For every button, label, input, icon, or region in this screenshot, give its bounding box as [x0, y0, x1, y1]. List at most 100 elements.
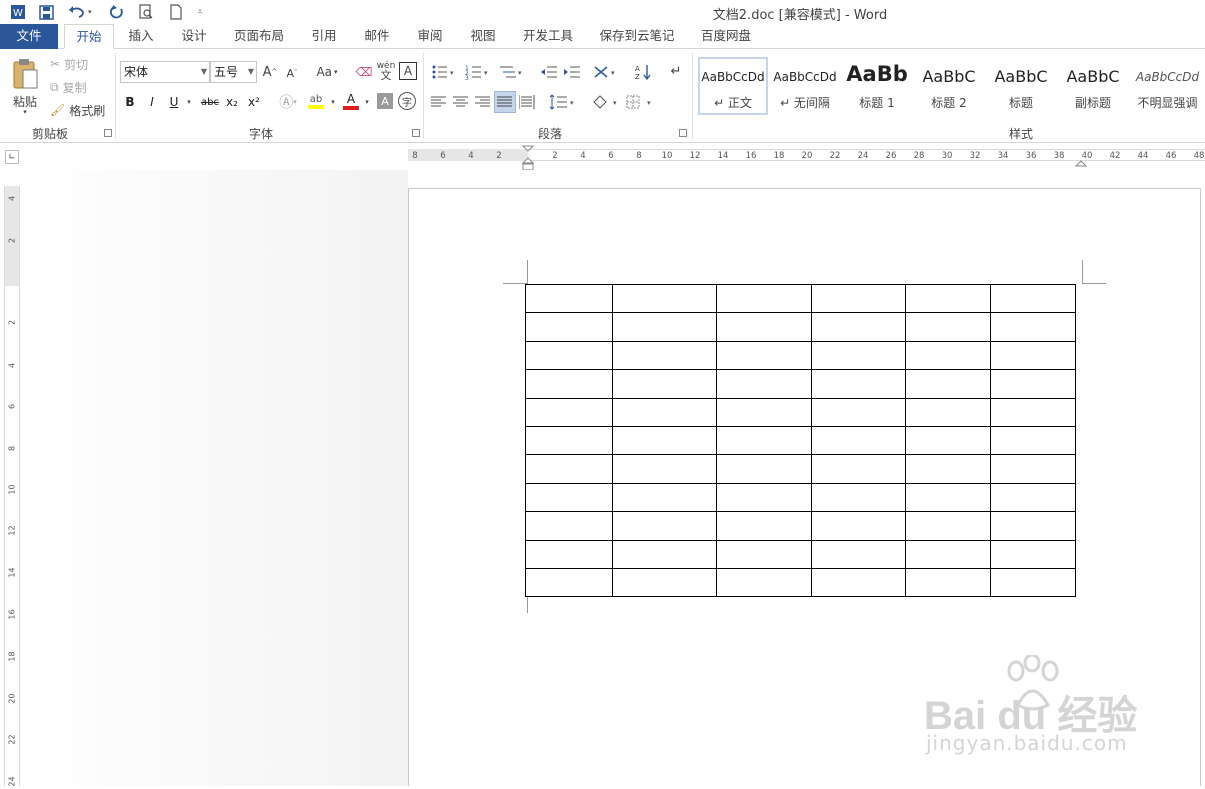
tab-stop-selector-icon[interactable]: ∟ — [5, 150, 19, 164]
table-cell[interactable] — [905, 340, 991, 371]
superscript-button[interactable]: x² — [245, 93, 263, 111]
italic-button[interactable]: I — [144, 93, 160, 111]
table-cell[interactable] — [905, 283, 991, 314]
change-case-button[interactable]: Aa ▾ — [312, 62, 342, 82]
table-cell[interactable] — [905, 312, 991, 342]
table-cell[interactable] — [811, 340, 906, 371]
phonetic-guide-button[interactable]: wén 文 — [376, 59, 396, 83]
enclose-characters-button[interactable]: 字 — [398, 92, 416, 110]
table-cell[interactable] — [990, 340, 1076, 371]
character-border-button[interactable]: A — [399, 62, 417, 80]
table-cell[interactable] — [905, 425, 991, 456]
font-launcher-icon[interactable] — [412, 129, 420, 137]
shrink-font-icon[interactable]: Aˇ — [284, 64, 300, 82]
grow-font-icon[interactable]: A ^ — [262, 62, 278, 82]
tab-references[interactable]: 引用 — [301, 24, 347, 49]
paragraph-launcher-icon[interactable] — [679, 129, 687, 137]
table-cell[interactable] — [612, 482, 717, 513]
justify-icon[interactable] — [494, 91, 516, 113]
table-cell[interactable] — [525, 369, 613, 399]
table-cell[interactable] — [990, 312, 1076, 342]
table-cell[interactable] — [612, 454, 717, 484]
table-cell[interactable] — [811, 425, 906, 456]
table-cell[interactable] — [905, 482, 991, 513]
style-subtitle[interactable]: AaBbC 副标题 — [1058, 57, 1128, 115]
table-cell[interactable] — [716, 340, 812, 371]
table-cell[interactable] — [716, 312, 812, 342]
table-cell[interactable] — [811, 567, 906, 598]
tab-developer[interactable]: 开发工具 — [514, 24, 582, 49]
character-shading-button[interactable]: A — [377, 93, 393, 109]
numbering-icon[interactable]: 1 2 3 ▾ — [464, 62, 492, 82]
tab-home[interactable]: 开始 — [64, 24, 114, 49]
tab-baidu-netdisk[interactable]: 百度网盘 — [692, 24, 760, 49]
table-cell[interactable] — [905, 511, 991, 541]
highlight-dropdown-icon[interactable]: ▾ — [328, 95, 338, 109]
table-cell[interactable] — [990, 397, 1076, 427]
style-subtle-emphasis[interactable]: AaBbCcDd 不明显强调 — [1130, 57, 1205, 115]
table-cell[interactable] — [716, 511, 812, 541]
underline-dropdown-icon[interactable]: ▾ — [184, 95, 194, 109]
font-size-select[interactable]: 五号 ▼ — [210, 61, 257, 83]
table-cell[interactable] — [811, 454, 906, 484]
text-effects-icon[interactable]: Ⓐ ▾ — [276, 92, 300, 112]
style-title[interactable]: AaBbC 标题 — [986, 57, 1056, 115]
table-cell[interactable] — [525, 482, 613, 513]
tab-save-to-cloud-notes[interactable]: 保存到云笔记 — [593, 24, 681, 49]
line-spacing-icon[interactable]: ▾ — [548, 92, 578, 112]
cut-button[interactable]: ✂ 剪切 — [50, 55, 110, 73]
increase-indent-icon[interactable] — [562, 62, 582, 82]
chinese-layout-icon[interactable]: ▾ — [592, 62, 622, 82]
table-cell[interactable] — [905, 454, 991, 484]
font-color-dropdown-icon[interactable]: ▾ — [362, 95, 372, 109]
horizontal-ruler[interactable]: ∟ 8 6 4 2 2 4 6 8 10 12 14 16 18 20 22 24 26 28 30 32 34 36 38… — [0, 143, 1205, 171]
table-cell[interactable] — [716, 425, 812, 456]
table-cell[interactable] — [811, 312, 906, 342]
table-cell[interactable] — [811, 369, 906, 399]
style-heading-2[interactable]: AaBbC 标题 2 — [914, 57, 984, 115]
right-indent-icon[interactable] — [1074, 156, 1088, 170]
table-cell[interactable] — [990, 511, 1076, 541]
table-cell[interactable] — [716, 567, 812, 598]
table-cell[interactable] — [612, 312, 717, 342]
table-cell[interactable] — [525, 511, 613, 541]
highlight-button[interactable]: ab — [307, 91, 325, 111]
table-cell[interactable] — [525, 397, 613, 427]
style-normal[interactable]: AaBbCcDd ↵ 正文 — [698, 57, 768, 115]
table-cell[interactable] — [716, 454, 812, 484]
tab-mailings[interactable]: 邮件 — [354, 24, 400, 49]
clipboard-launcher-icon[interactable] — [104, 129, 112, 137]
format-painter-button[interactable]: 🖌 格式刷 — [50, 101, 110, 119]
bold-button[interactable]: B — [122, 93, 138, 111]
table-cell[interactable] — [525, 283, 613, 314]
table-cell[interactable] — [811, 283, 906, 314]
tab-insert[interactable]: 插入 — [118, 24, 164, 49]
table-cell[interactable] — [525, 539, 613, 569]
table-cell[interactable] — [612, 567, 717, 598]
table-cell[interactable] — [905, 567, 991, 598]
table-cell[interactable] — [525, 312, 613, 342]
table-cell[interactable] — [811, 482, 906, 513]
table-cell[interactable] — [716, 283, 812, 314]
strikethrough-button[interactable]: abc — [198, 93, 222, 111]
vertical-ruler[interactable]: 4 2 2 4 6 8 10 12 14 16 18 20 22 24 — [4, 186, 20, 787]
table-cell[interactable] — [612, 369, 717, 399]
table-cell[interactable] — [525, 340, 613, 371]
show-formatting-marks-icon[interactable]: ↵ — [666, 61, 686, 81]
table-cell[interactable] — [525, 454, 613, 484]
paste-icon[interactable] — [8, 55, 42, 95]
table-cell[interactable] — [525, 567, 613, 598]
style-heading-1[interactable]: AaBb 标题 1 — [842, 57, 912, 115]
tab-design[interactable]: 设计 — [171, 24, 217, 49]
underline-button[interactable]: U — [166, 93, 182, 111]
align-left-icon[interactable] — [430, 93, 448, 111]
table-cell[interactable] — [990, 567, 1076, 598]
table-cell[interactable] — [990, 369, 1076, 399]
table-cell[interactable] — [612, 283, 717, 314]
table-cell[interactable] — [990, 425, 1076, 456]
bullets-icon[interactable]: ▾ — [430, 62, 458, 82]
shading-icon[interactable]: ▾ — [590, 92, 622, 112]
table-cell[interactable] — [716, 539, 812, 569]
multilevel-list-icon[interactable]: ▾ — [498, 62, 526, 82]
table-cell[interactable] — [612, 340, 717, 371]
